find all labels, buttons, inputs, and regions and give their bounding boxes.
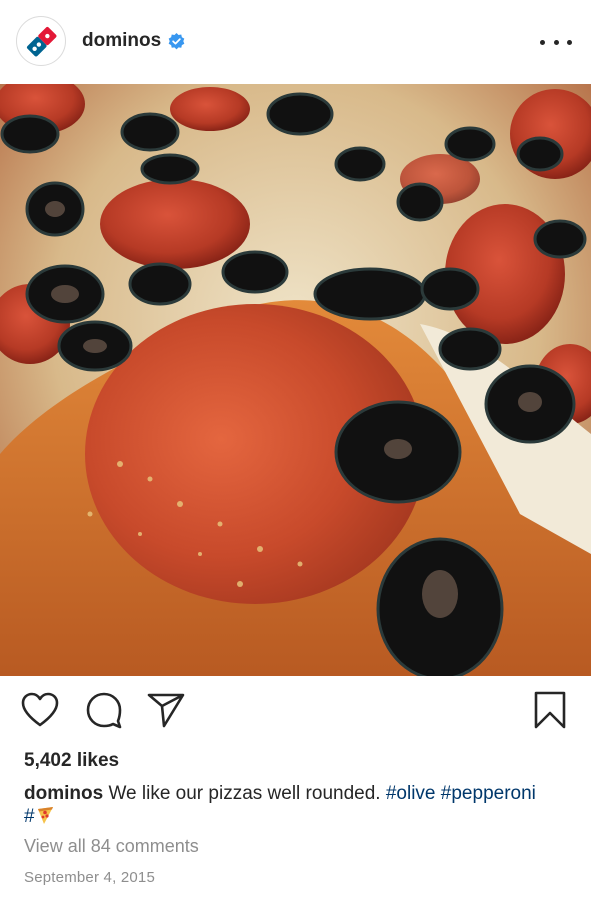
pizza-emoji bbox=[37, 807, 53, 824]
username[interactable]: dominos bbox=[82, 30, 161, 52]
more-dot bbox=[567, 39, 572, 45]
share-button[interactable] bbox=[146, 690, 186, 730]
caption-text: We like our pizzas well rounded. bbox=[108, 783, 381, 804]
avatar[interactable] bbox=[16, 16, 66, 66]
hashtag-symbol: # bbox=[24, 806, 35, 827]
dominos-logo-icon bbox=[26, 26, 57, 57]
action-bar bbox=[0, 690, 591, 736]
comment-icon bbox=[86, 692, 122, 729]
send-icon bbox=[147, 693, 185, 728]
more-dot bbox=[553, 39, 559, 45]
caption: dominos We like our pizzas well rounded.… bbox=[24, 783, 569, 828]
view-comments-link[interactable]: View all 84 comments bbox=[24, 836, 199, 857]
post-header: dominos bbox=[0, 0, 591, 84]
hashtag-olive[interactable]: #olive bbox=[386, 783, 436, 804]
heart-icon bbox=[21, 692, 59, 727]
verified-badge-icon bbox=[168, 33, 185, 50]
post-image[interactable] bbox=[0, 84, 591, 676]
hashtag-pepperoni[interactable]: #pepperoni bbox=[441, 783, 536, 804]
caption-username[interactable]: dominos bbox=[24, 783, 103, 804]
post-date: September 4, 2015 bbox=[24, 869, 155, 886]
pizza-photo bbox=[0, 84, 591, 676]
more-options-button[interactable] bbox=[540, 34, 572, 50]
likes-count[interactable]: 5,402 likes bbox=[24, 750, 119, 772]
hashtag-pizza[interactable]: # bbox=[24, 806, 55, 827]
comment-button[interactable] bbox=[84, 690, 124, 730]
more-dot bbox=[540, 39, 545, 45]
bookmark-icon bbox=[534, 691, 566, 729]
save-button[interactable] bbox=[530, 690, 570, 730]
like-button[interactable] bbox=[20, 690, 60, 730]
